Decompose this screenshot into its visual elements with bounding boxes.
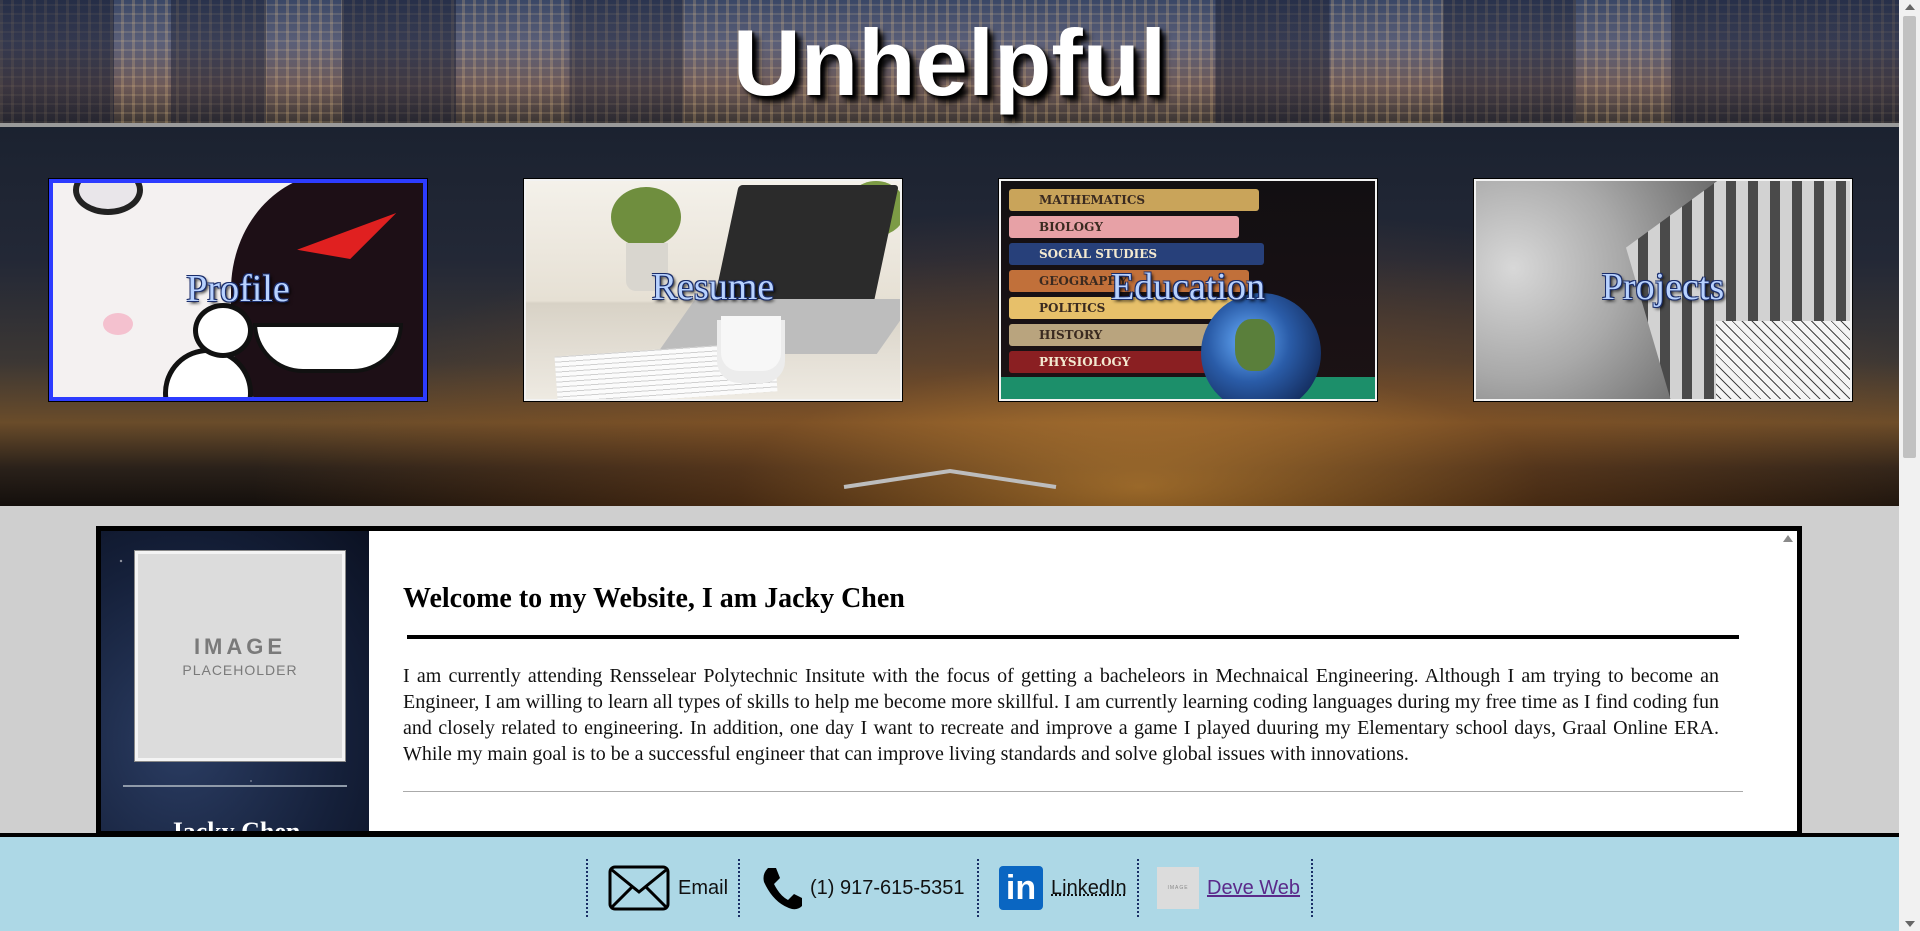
nav-tile-profile[interactable]: Profile — [48, 178, 428, 402]
site-title: Unhelpful — [732, 10, 1167, 115]
phone-icon — [763, 868, 802, 910]
bear-blush — [103, 313, 133, 335]
email-label[interactable]: Email — [678, 877, 728, 900]
avatar: IMAGE PLACEHOLDER — [134, 550, 346, 762]
green-mat-image — [1001, 377, 1375, 399]
contact-footer: Email (1) 917-615-5351 in LinkedIn IMAGE… — [0, 833, 1899, 931]
avatar-placeholder-subtitle: PLACEHOLDER — [182, 662, 298, 678]
nav-tile-label: Profile — [186, 268, 290, 310]
avatar-placeholder-title: IMAGE — [193, 634, 287, 659]
book-spine: BIOLOGY — [1009, 216, 1239, 238]
nav-tile-education[interactable]: MATHEMATICS BIOLOGY SOCIAL STUDIES GEOGRAPH… — [998, 178, 1378, 402]
contact-linkedin[interactable]: in LinkedIn — [977, 859, 1137, 917]
nav-tile-resume[interactable]: Resume — [523, 178, 903, 402]
book-spine: SOCIAL STUDIES — [1009, 243, 1264, 265]
main-panel: IMAGE PLACEHOLDER Jacky Chen Welcome to … — [96, 526, 1802, 836]
bear-ear — [73, 183, 143, 215]
nav-tile-label: Education — [1110, 266, 1266, 308]
envelope-icon — [608, 865, 670, 911]
linkedin-icon: in — [999, 866, 1043, 910]
contact-deve-web[interactable]: IMAGE Deve Web — [1137, 859, 1313, 917]
nav-tile-projects[interactable]: Projects — [1473, 178, 1853, 402]
heading-divider — [407, 635, 1739, 639]
content-area[interactable]: Welcome to my Website, I am Jacky Chen I… — [369, 531, 1797, 831]
contact-email[interactable]: Email — [586, 859, 738, 917]
page-scrollbar[interactable] — [1899, 0, 1920, 931]
collapse-chevron-icon[interactable] — [840, 467, 1060, 491]
nav-tile-label: Resume — [651, 266, 775, 308]
intro-paragraph: I am currently attending Rensselear Poly… — [403, 665, 1719, 765]
welcome-heading: Welcome to my Website, I am Jacky Chen — [403, 583, 905, 614]
bear-nose — [193, 303, 253, 358]
nav-band: Profile Resume MATHEMATICS BIOLOGY SOCIAL … — [0, 127, 1899, 506]
scroll-up-arrow-icon[interactable] — [1905, 4, 1915, 10]
site-header: Unhelpful — [0, 0, 1899, 127]
phone-number: (1) 917-615-5351 — [810, 876, 965, 899]
plant-image — [611, 187, 681, 247]
nav-tile-label: Projects — [1601, 266, 1725, 308]
deve-web-link[interactable]: Deve Web — [1207, 877, 1300, 900]
page-scroll-thumb[interactable] — [1903, 16, 1916, 458]
linkedin-link[interactable]: LinkedIn — [1051, 877, 1127, 900]
section-divider — [403, 791, 1743, 792]
contact-phone[interactable]: (1) 917-615-5351 — [738, 859, 977, 917]
scroll-down-arrow-icon[interactable] — [1905, 921, 1915, 927]
sidebar-divider — [123, 785, 347, 787]
coffee-cup-image — [721, 316, 781, 371]
blueprint-image — [1716, 321, 1850, 399]
scroll-up-arrow-icon[interactable] — [1783, 535, 1793, 542]
globe-image — [1201, 293, 1321, 399]
content-scrollbar[interactable] — [1779, 531, 1797, 831]
image-placeholder-icon: IMAGE — [1157, 867, 1199, 909]
profile-sidebar: IMAGE PLACEHOLDER Jacky Chen — [101, 531, 369, 831]
book-spine: MATHEMATICS — [1009, 189, 1259, 211]
